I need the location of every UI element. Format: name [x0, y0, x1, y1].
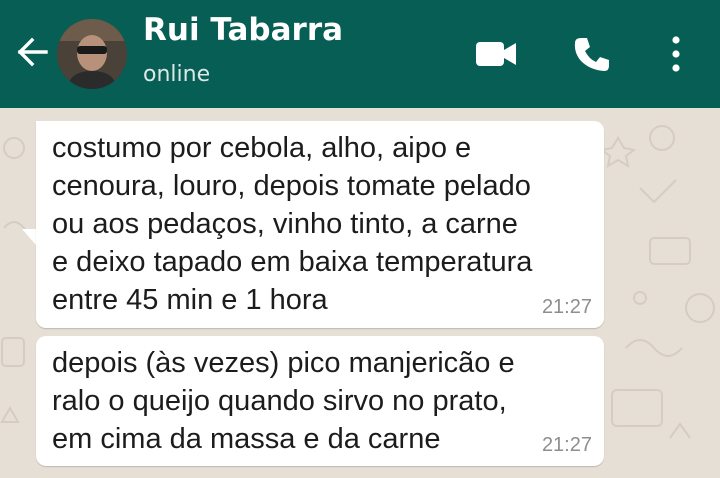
message-text: costumo por cebola, alho, aipo e cenoura…	[52, 132, 533, 316]
chat-header: Rui Tabarra online	[0, 0, 720, 108]
video-call-icon[interactable]	[474, 34, 518, 74]
contact-photo	[57, 19, 127, 89]
back-arrow-icon[interactable]	[12, 32, 52, 72]
message-bubble[interactable]: costumo por cebola, alho, aipo e cenoura…	[36, 121, 604, 328]
phone-call-icon[interactable]	[572, 34, 612, 74]
bubble-tail	[22, 229, 36, 245]
message-bubble[interactable]: depois (às vezes) pico manjericão e ralo…	[36, 336, 604, 466]
message-timestamp: 21:27	[541, 434, 592, 456]
chat-area[interactable]: costumo por cebola, alho, aipo e cenoura…	[0, 108, 720, 478]
contact-name[interactable]: Rui Tabarra	[143, 12, 343, 48]
message-text: depois (às vezes) pico manjericão e ralo…	[52, 347, 515, 455]
message-timestamp: 21:27	[541, 296, 592, 318]
avatar[interactable]	[57, 19, 127, 89]
more-options-icon[interactable]	[664, 34, 688, 74]
contact-status: online	[143, 62, 211, 87]
